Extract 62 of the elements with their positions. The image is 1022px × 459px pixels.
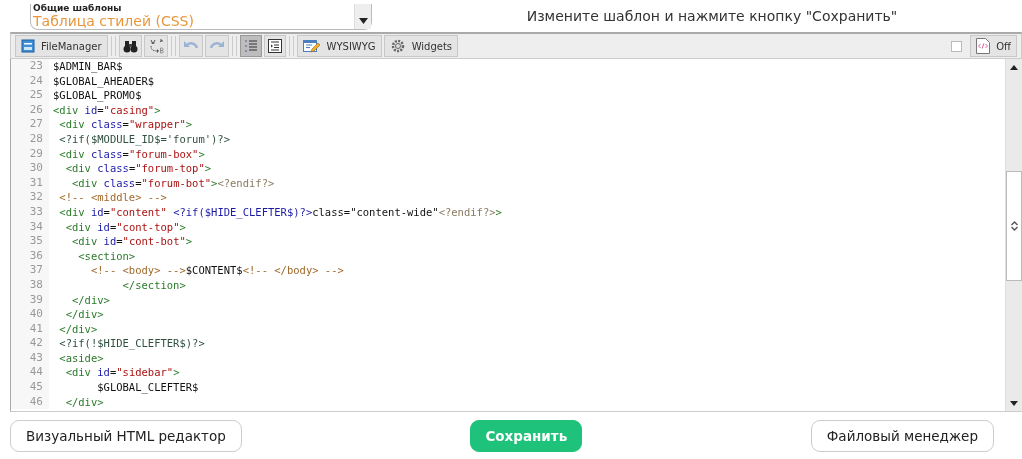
scroll-up-icon[interactable] [1010, 64, 1018, 70]
line-number: 42 [11, 336, 49, 351]
code-line: <div class="wrapper"> [58, 117, 193, 132]
code-line: $GLOBAL_PROMO$ [52, 88, 142, 103]
code-line: <div class="forum-bot"><?endif?> [70, 175, 275, 191]
indent-icon [267, 39, 282, 53]
code-line: <div id="cont-top"> [64, 219, 186, 235]
code-line: <div id="sidebar"> [64, 365, 180, 381]
up-down-icon [1010, 221, 1018, 231]
pencil-window-icon [302, 38, 321, 54]
line-number: 25 [11, 88, 49, 103]
line-number: 32 [11, 190, 49, 205]
scrollbar[interactable] [1005, 59, 1022, 411]
file-manager-link-button[interactable]: Файловый менеджер [810, 419, 994, 452]
code-line: <div id="casing"> [52, 102, 161, 118]
code-line: <aside> [58, 350, 104, 366]
code-line: <section> [77, 248, 136, 264]
code-line: </section> [121, 277, 186, 293]
code-line: </div> [58, 321, 98, 337]
list-group-label: Общие шаблоны [32, 4, 123, 13]
visual-editor-button[interactable]: Визуальный HTML редактор [10, 419, 242, 452]
widgets-button[interactable]: Widgets [383, 35, 459, 57]
code-line: $GLOBAL_AHEADER$ [52, 73, 155, 89]
line-number: 45 [11, 380, 49, 395]
gear-icon [389, 38, 406, 54]
line-number: 40 [11, 307, 49, 322]
binoculars-icon [122, 39, 138, 53]
code-line: <!-- <middle> --> [58, 190, 167, 205]
code-line: <div id="content" <?if($HIDE_CLEFTER$)?>class="content-wide"<?endif?>> [58, 204, 502, 220]
hint-text: Измените шаблон и нажмите кнопку "Сохранить" [525, 8, 899, 26]
line-numbers-button[interactable] [239, 35, 262, 57]
file-manager-button[interactable]: FileManager [15, 35, 108, 57]
code-file-icon [976, 38, 991, 54]
code-line: <div id="cont-bot"> [70, 234, 193, 249]
template-list[interactable]: Общие шаблоны Таблица стилей (CSS) [30, 4, 372, 30]
code-line: <!-- <body> -->$CONTENT$<!-- </body> --> [89, 263, 344, 278]
file-icon [21, 39, 35, 53]
toggle-button[interactable]: Off [970, 35, 1017, 57]
code-line: </div> [64, 394, 104, 410]
code-line: <div class="forum-box"> [58, 146, 205, 162]
code-line: <?if($MODULE_ID$='forum')?> [58, 131, 230, 147]
scroll-down-icon[interactable] [1010, 400, 1018, 406]
line-number: 23 [11, 59, 49, 74]
search-button[interactable] [118, 35, 142, 57]
line-number: 37 [11, 263, 49, 278]
line-number: 35 [11, 234, 49, 249]
scroll-thumb[interactable] [1006, 171, 1022, 281]
code-line: </div> [64, 307, 104, 322]
replace-button[interactable] [143, 35, 168, 57]
code-line: <div class="forum-top"> [64, 161, 212, 176]
line-number: 27 [11, 117, 49, 132]
indent-button[interactable] [263, 35, 286, 57]
code-line: <?if(!$HIDE_CLEFTER$)?> [58, 336, 205, 351]
code-line: $ADMIN_BAR$ [52, 59, 123, 74]
line-number: 30 [11, 161, 49, 176]
line-number: 44 [11, 365, 49, 381]
code-line: </div> [70, 292, 110, 308]
wysiwyg-button[interactable]: WYSIWYG [296, 35, 382, 57]
code-line: $GLOBAL_CLEFTER$ [96, 380, 199, 395]
numbered-list-icon [243, 39, 258, 53]
checkbox[interactable] [951, 40, 963, 52]
replace-icon [147, 38, 164, 54]
